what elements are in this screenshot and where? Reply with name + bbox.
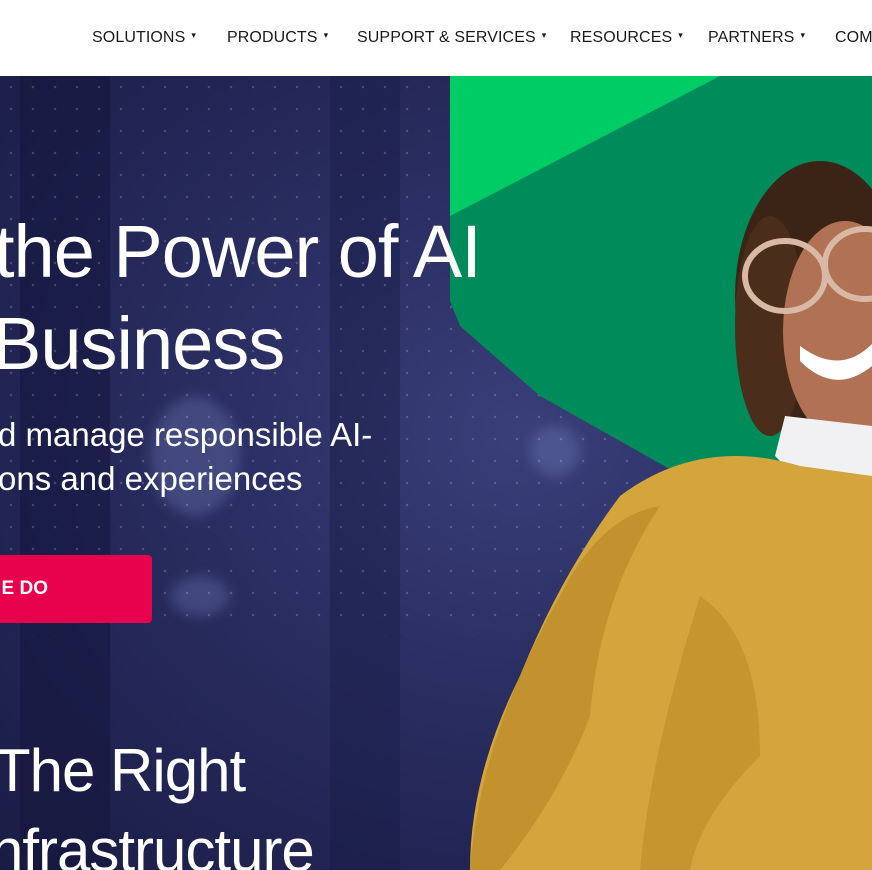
nav-item-resources[interactable]: RESOURCES ▾	[570, 29, 683, 47]
hero-subtext-line2: ons and experiences	[0, 460, 303, 497]
nav-item-products[interactable]: PRODUCTS ▾	[227, 29, 328, 47]
secondary-headline-line2: nfrastructure	[0, 817, 315, 870]
caret-down-icon: ▾	[800, 30, 806, 40]
hero-headline-line1: the Power of AI	[0, 210, 482, 293]
hero-subtext-line1: d manage responsible AI-	[0, 416, 373, 453]
top-navigation: SOLUTIONS ▾ PRODUCTS ▾ SUPPORT & SERVICES ▾…	[0, 0, 872, 76]
hero-section: the Power of AI Business d manage respon…	[0, 76, 872, 870]
nav-item-support-services[interactable]: SUPPORT & SERVICES ▾	[357, 29, 546, 47]
nav-item-company[interactable]: COM	[835, 29, 872, 47]
nav-item-label: PARTNERS	[708, 29, 795, 46]
nav-item-solutions[interactable]: SOLUTIONS ▾	[92, 29, 196, 47]
caret-down-icon: ▾	[323, 30, 329, 40]
cta-button[interactable]: E DO	[0, 555, 152, 623]
caret-down-icon: ▾	[678, 30, 683, 40]
secondary-headline-line1: The Right	[0, 737, 246, 804]
nav-item-label: SUPPORT & SERVICES	[357, 29, 536, 46]
nav-item-partners[interactable]: PARTNERS ▾	[708, 29, 805, 47]
hero-headline-line2: Business	[0, 302, 285, 385]
nav-item-label: SOLUTIONS	[92, 29, 186, 46]
caret-down-icon: ▾	[541, 30, 547, 40]
nav-item-label: PRODUCTS	[227, 29, 318, 46]
caret-down-icon: ▾	[191, 30, 196, 40]
nav-item-label: COM	[835, 29, 872, 46]
nav-item-label: RESOURCES	[570, 29, 673, 46]
